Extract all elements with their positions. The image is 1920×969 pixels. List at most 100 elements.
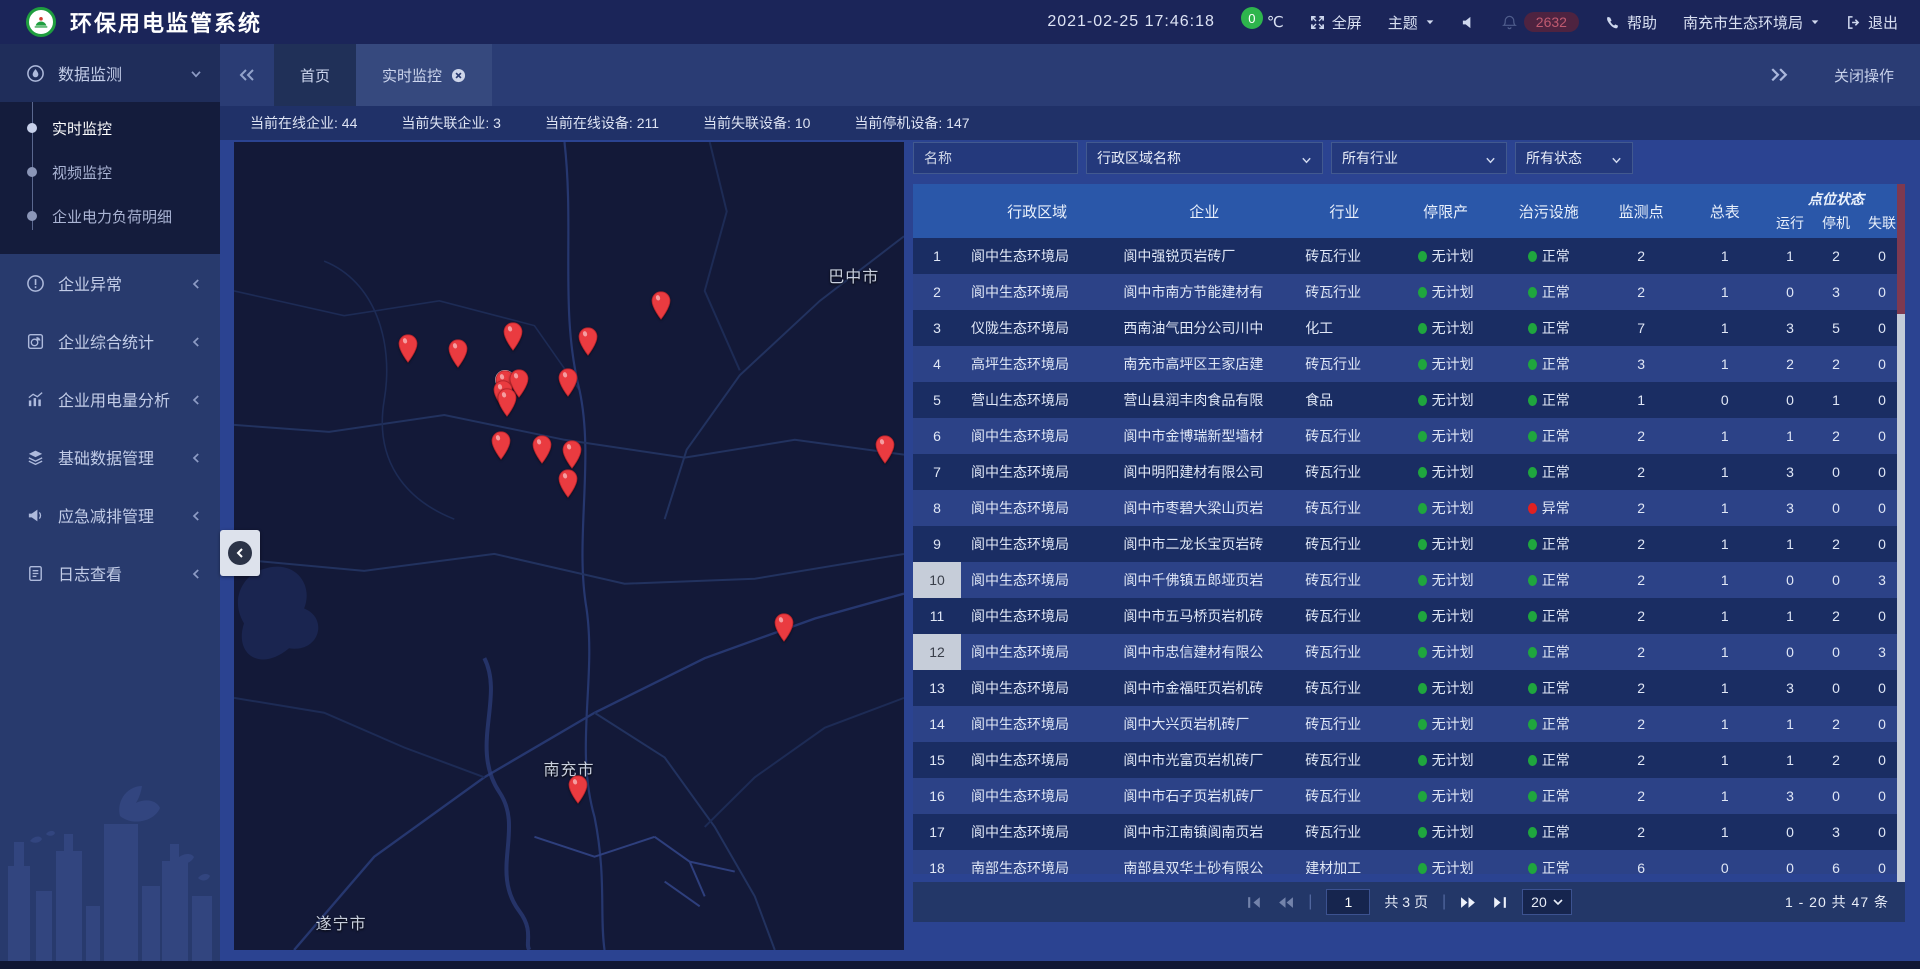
map-marker-icon[interactable] <box>491 431 512 460</box>
cell-meter: 1 <box>1682 788 1767 804</box>
status-dot-icon <box>1528 323 1537 334</box>
close-operations-button[interactable]: 关闭操作 <box>1834 65 1894 86</box>
sidebar-item-log-view[interactable]: 日志查看 <box>0 544 220 602</box>
table-row[interactable]: 16阆中生态环境局阆中市石子页岩机砖厂砖瓦行业无计划正常21300 <box>913 778 1905 814</box>
map-marker-icon[interactable] <box>568 775 589 804</box>
table-row[interactable]: 14阆中生态环境局阆中大兴页岩机砖厂砖瓦行业无计划正常21120 <box>913 706 1905 742</box>
logout-button[interactable]: 退出 <box>1846 12 1898 33</box>
cell-limit: 无计划 <box>1393 498 1497 518</box>
cell-index: 3 <box>913 310 961 346</box>
cell-run: 0 <box>1767 860 1813 874</box>
map-marker-icon[interactable] <box>503 322 524 351</box>
map-marker-icon[interactable] <box>448 339 469 368</box>
table-row[interactable]: 7阆中生态环境局阆中明阳建材有限公司砖瓦行业无计划正常21300 <box>913 454 1905 490</box>
cell-stop: 0 <box>1813 464 1859 480</box>
cell-industry: 化工 <box>1295 318 1393 338</box>
sidebar-group-enterprise-abnormal: 企业异常 <box>0 254 220 312</box>
table-row[interactable]: 9阆中生态环境局阆中市二龙长宝页岩砖砖瓦行业无计划正常21120 <box>913 526 1905 562</box>
sidebar-subitem-power-load-detail[interactable]: 企业电力负荷明细 <box>0 194 220 238</box>
mute-button[interactable] <box>1461 15 1476 30</box>
chevron-left-icon <box>228 541 252 565</box>
org-dropdown[interactable]: 南充市生态环境局 <box>1683 12 1820 33</box>
tabs-container: 首页实时监控 <box>274 44 492 106</box>
table-row[interactable]: 15阆中生态环境局阆中市光富页岩机砖厂砖瓦行业无计划正常21120 <box>913 742 1905 778</box>
first-page-icon[interactable] <box>1246 896 1263 909</box>
sidebar-item-data-monitor[interactable]: 数据监测 <box>0 44 220 102</box>
cell-meter: 1 <box>1682 824 1767 840</box>
sidebar-item-emergency-reduction[interactable]: 应急减排管理 <box>0 486 220 544</box>
map-panel[interactable]: 巴中市南充市遂宁市 <box>234 142 904 950</box>
map-collapse-button[interactable] <box>220 530 260 576</box>
status-dot-icon <box>1528 719 1537 730</box>
theme-dropdown[interactable]: 主题 <box>1388 12 1435 33</box>
table-row[interactable]: 1阆中生态环境局阆中强锐页岩砖厂砖瓦行业无计划正常21120 <box>913 238 1905 274</box>
map-marker-icon[interactable] <box>557 368 578 397</box>
industry-select[interactable]: 所有行业 <box>1331 142 1507 174</box>
table-row[interactable]: 11阆中生态环境局阆中市五马桥页岩机砖砖瓦行业无计划正常21120 <box>913 598 1905 634</box>
map-marker-icon[interactable] <box>774 613 795 642</box>
table-row[interactable]: 4高坪生态环境局南充市高坪区王家店建砖瓦行业无计划正常31220 <box>913 346 1905 382</box>
close-icon[interactable] <box>451 68 466 83</box>
table-row[interactable]: 3仪陇生态环境局西南油气田分公司川中化工无计划正常71350 <box>913 310 1905 346</box>
tab-实时监控[interactable]: 实时监控 <box>356 44 492 106</box>
table-scrollbar[interactable] <box>1897 184 1905 882</box>
cell-stop: 2 <box>1813 536 1859 552</box>
cell-stop: 3 <box>1813 824 1859 840</box>
next-page-icon[interactable] <box>1460 896 1477 909</box>
table-row[interactable]: 17阆中生态环境局阆中市江南镇阆南页岩砖瓦行业无计划正常21030 <box>913 814 1905 850</box>
temperature: 0 ℃ <box>1241 13 1284 31</box>
map-marker-icon[interactable] <box>577 327 598 356</box>
sidebar-subitem-realtime-monitor[interactable]: 实时监控 <box>0 106 220 150</box>
map-marker-icon[interactable] <box>875 435 896 464</box>
fullscreen-button[interactable]: 全屏 <box>1310 12 1362 33</box>
map-marker-icon[interactable] <box>397 334 418 363</box>
tabs-scroll-right-icon[interactable] <box>1770 68 1788 82</box>
cell-meter: 0 <box>1682 392 1767 408</box>
cell-run: 0 <box>1767 644 1813 660</box>
cell-industry: 砖瓦行业 <box>1295 786 1393 806</box>
table-row[interactable]: 5营山生态环境局营山县润丰肉食品有限食品无计划正常10010 <box>913 382 1905 418</box>
cell-monitor: 2 <box>1600 608 1683 624</box>
region-select[interactable]: 行政区域名称 <box>1086 142 1323 174</box>
sidebar-item-enterprise-statistics[interactable]: 企业综合统计 <box>0 312 220 370</box>
sidebar-item-base-data-management[interactable]: 基础数据管理 <box>0 428 220 486</box>
cell-limit: 无计划 <box>1393 426 1497 446</box>
cell-limit: 无计划 <box>1393 246 1497 266</box>
name-filter-input[interactable] <box>913 142 1078 174</box>
map-marker-icon[interactable] <box>531 435 552 464</box>
map-marker-icon[interactable] <box>650 291 671 320</box>
tab-首页[interactable]: 首页 <box>274 44 356 106</box>
cell-industry: 砖瓦行业 <box>1295 534 1393 554</box>
sidebar-item-enterprise-abnormal[interactable]: 企业异常 <box>0 254 220 312</box>
table-row[interactable]: 6阆中生态环境局阆中市金博瑞新型墙材砖瓦行业无计划正常21120 <box>913 418 1905 454</box>
cell-monitor: 2 <box>1600 716 1683 732</box>
sidebar-item-power-usage-analysis[interactable]: 企业用电量分析 <box>0 370 220 428</box>
content: 巴中市南充市遂宁市 行政区域名称 <box>220 140 1920 961</box>
cell-company: 阆中市金博瑞新型墙材 <box>1113 426 1295 446</box>
notifications[interactable]: 2632 <box>1502 12 1579 32</box>
tabs-scroll-left-icon[interactable] <box>220 44 274 106</box>
cell-stop: 2 <box>1813 716 1859 732</box>
prev-page-icon[interactable] <box>1277 896 1294 909</box>
sidebar-subitem-video-monitor[interactable]: 视频监控 <box>0 150 220 194</box>
map-marker-icon[interactable] <box>497 388 518 417</box>
status-dot-icon <box>1418 683 1427 694</box>
help-button[interactable]: 帮助 <box>1605 12 1657 33</box>
cell-stop: 0 <box>1813 644 1859 660</box>
status-select[interactable]: 所有状态 <box>1515 142 1633 174</box>
page-number-input[interactable] <box>1326 889 1370 915</box>
cell-meter: 1 <box>1682 680 1767 696</box>
table-row[interactable]: 12阆中生态环境局阆中市忠信建材有限公砖瓦行业无计划正常21003 <box>913 634 1905 670</box>
table-row[interactable]: 2阆中生态环境局阆中市南方节能建材有砖瓦行业无计划正常21030 <box>913 274 1905 310</box>
page-size-select[interactable]: 20 <box>1522 889 1572 915</box>
table-row[interactable]: 10阆中生态环境局阆中千佛镇五郎垭页岩砖瓦行业无计划正常21003 <box>913 562 1905 598</box>
map-marker-icon[interactable] <box>558 469 579 498</box>
table-row[interactable]: 8阆中生态环境局阆中市枣碧大梁山页岩砖瓦行业无计划异常21300 <box>913 490 1905 526</box>
app-title: 环保用电监管系统 <box>70 6 262 38</box>
map-marker-icon[interactable] <box>561 440 582 469</box>
last-page-icon[interactable] <box>1491 896 1508 909</box>
cell-limit: 无计划 <box>1393 390 1497 410</box>
table-row[interactable]: 13阆中生态环境局阆中市金福旺页岩机砖砖瓦行业无计划正常21300 <box>913 670 1905 706</box>
table-row[interactable]: 18南部生态环境局南部县双华土砂有限公建材加工无计划正常60060 <box>913 850 1905 874</box>
scrollbar-thumb[interactable] <box>1897 184 1905 314</box>
